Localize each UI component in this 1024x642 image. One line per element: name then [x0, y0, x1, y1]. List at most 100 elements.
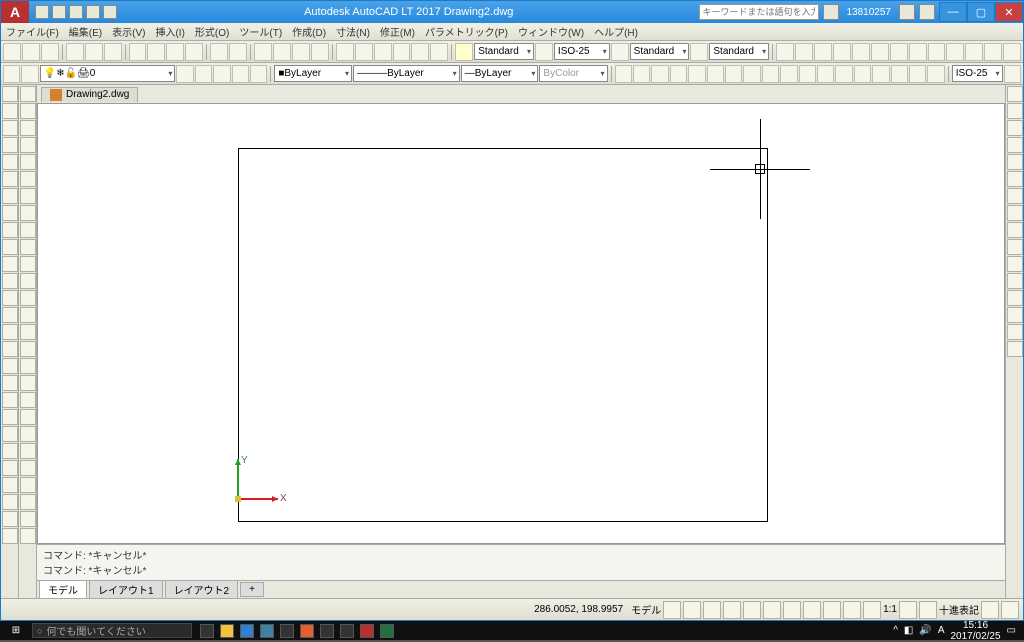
layer-btn[interactable]	[232, 65, 249, 83]
snap-icon[interactable]	[854, 65, 871, 83]
tool-icon[interactable]	[2, 494, 18, 510]
layer-btn[interactable]	[213, 65, 230, 83]
snap-icon[interactable]	[651, 65, 668, 83]
tool-icon[interactable]	[20, 494, 36, 510]
publish-icon[interactable]	[104, 43, 122, 61]
mleader-style-icon[interactable]	[690, 43, 708, 61]
tool-icon[interactable]	[20, 511, 36, 527]
qat-btn[interactable]	[52, 5, 66, 19]
tool-icon[interactable]	[20, 290, 36, 306]
snap-icon[interactable]	[707, 65, 724, 83]
rect-icon[interactable]	[2, 154, 18, 170]
dim-style-dd[interactable]: ISO-25	[554, 43, 610, 60]
revcloud-icon[interactable]	[2, 205, 18, 221]
help-icon[interactable]	[919, 4, 935, 20]
match-icon[interactable]	[185, 43, 203, 61]
table-icon[interactable]	[2, 375, 18, 391]
dim-icon[interactable]	[890, 43, 908, 61]
tool-icon[interactable]	[2, 426, 18, 442]
redo-icon[interactable]	[229, 43, 247, 61]
ellipsearc-icon[interactable]	[2, 256, 18, 272]
tool-icon[interactable]	[2, 528, 18, 544]
dim-icon[interactable]	[833, 43, 851, 61]
dim-icon[interactable]	[814, 43, 832, 61]
ellipse-icon[interactable]	[2, 239, 18, 255]
layer-btn[interactable]	[250, 65, 267, 83]
tool-icon[interactable]	[20, 188, 36, 204]
tool-icon[interactable]	[20, 256, 36, 272]
calc-icon[interactable]	[430, 43, 448, 61]
print-icon[interactable]	[66, 43, 84, 61]
doc-tab[interactable]: Drawing2.dwg	[41, 87, 138, 102]
text-style-dd[interactable]: Standard	[474, 43, 534, 60]
ime-icon[interactable]: A	[938, 625, 945, 636]
dim-update-icon[interactable]	[1004, 65, 1021, 83]
excel-icon[interactable]	[380, 624, 394, 638]
tool-icon[interactable]	[20, 86, 36, 102]
line-icon[interactable]	[2, 86, 18, 102]
ltype-dd[interactable]: ——— ByLayer	[353, 65, 460, 82]
snap-icon[interactable]	[725, 65, 742, 83]
snap-icon[interactable]	[743, 65, 760, 83]
help-search-input[interactable]	[699, 4, 819, 20]
snap-icon[interactable]	[891, 65, 908, 83]
tool-icon[interactable]	[20, 477, 36, 493]
arc-icon[interactable]	[2, 171, 18, 187]
tool-icon[interactable]	[20, 205, 36, 221]
user-id[interactable]: 13810257	[843, 7, 896, 18]
action-center-icon[interactable]: ▭	[1007, 625, 1016, 636]
tool-icon[interactable]	[20, 103, 36, 119]
tool-icon[interactable]	[2, 443, 18, 459]
erase-icon[interactable]	[1007, 86, 1023, 102]
app-logo[interactable]: A	[1, 1, 29, 23]
gradient-icon[interactable]	[2, 341, 18, 357]
tab-add[interactable]: +	[240, 582, 264, 597]
new-icon[interactable]	[3, 43, 21, 61]
layer-prop-icon[interactable]	[3, 65, 20, 83]
plotstyle-dd[interactable]: ByColor	[539, 65, 607, 82]
table-style-dd[interactable]: Standard	[630, 43, 690, 60]
tool-icon[interactable]	[20, 137, 36, 153]
menu-tools[interactable]: ツール(T)	[234, 22, 287, 41]
tool-icon[interactable]	[20, 307, 36, 323]
markup-icon[interactable]	[411, 43, 429, 61]
snap-icon[interactable]	[909, 65, 926, 83]
edge-icon[interactable]	[240, 624, 254, 638]
menu-insert[interactable]: 挿入(I)	[150, 22, 189, 41]
paste-icon[interactable]	[166, 43, 184, 61]
app-icon[interactable]	[300, 624, 314, 638]
menu-format[interactable]: 形式(O)	[190, 22, 234, 41]
move-icon[interactable]	[1007, 171, 1023, 187]
store-icon[interactable]	[260, 624, 274, 638]
grid-icon[interactable]	[663, 601, 681, 619]
menu-draw[interactable]: 作成(D)	[287, 22, 331, 41]
otrack-icon[interactable]	[763, 601, 781, 619]
close-button[interactable]: ✕	[995, 2, 1023, 22]
text-style-icon[interactable]	[455, 43, 473, 61]
tool-icon[interactable]	[20, 460, 36, 476]
annot-icon[interactable]	[843, 601, 861, 619]
fillet-icon[interactable]	[1007, 324, 1023, 340]
coords-display[interactable]: 286.0052, 198.9957	[528, 604, 629, 615]
tray-icon[interactable]: ◧	[904, 625, 913, 636]
dim-icon[interactable]	[852, 43, 870, 61]
explode-icon[interactable]	[1007, 341, 1023, 357]
search-icon[interactable]	[823, 4, 839, 20]
zoom-icon[interactable]	[273, 43, 291, 61]
autocad-icon[interactable]	[360, 624, 374, 638]
preview-icon[interactable]	[85, 43, 103, 61]
zoom-prev-icon[interactable]	[292, 43, 310, 61]
insert-icon[interactable]	[2, 273, 18, 289]
snap-icon[interactable]	[633, 65, 650, 83]
pline-icon[interactable]	[2, 120, 18, 136]
menu-view[interactable]: 表示(V)	[107, 22, 150, 41]
zoom-win-icon[interactable]	[311, 43, 329, 61]
menu-modify[interactable]: 修正(M)	[375, 22, 420, 41]
dim-icon[interactable]	[946, 43, 964, 61]
snap-icon[interactable]	[615, 65, 632, 83]
polygon-icon[interactable]	[2, 137, 18, 153]
maximize-button[interactable]: ▢	[967, 2, 995, 22]
props-icon[interactable]	[336, 43, 354, 61]
snap-icon[interactable]	[799, 65, 816, 83]
start-button[interactable]: ⊞	[0, 625, 32, 636]
